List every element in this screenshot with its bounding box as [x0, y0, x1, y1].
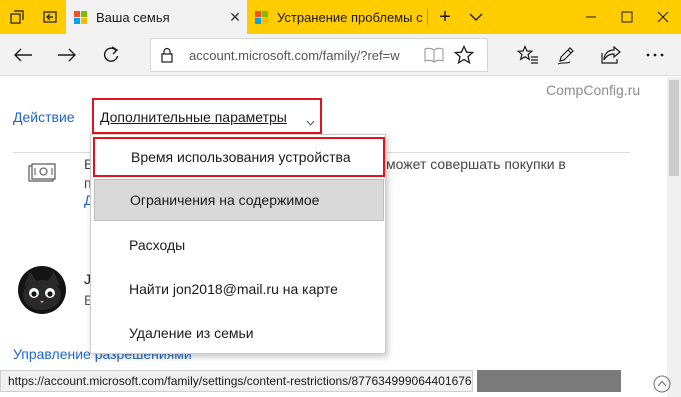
tab-title: Устранение проблемы с: [277, 9, 423, 25]
purchase-text-right: может совершать покупки в: [386, 156, 566, 172]
tab-list-chevron-icon[interactable]: [461, 0, 491, 34]
tab-close-icon[interactable]: ✕: [223, 9, 247, 26]
minimize-icon[interactable]: [573, 0, 609, 34]
obscured-button: [477, 370, 621, 392]
reading-view-icon[interactable]: [424, 47, 444, 68]
more-menu-icon[interactable]: [636, 34, 674, 76]
favorites-hub-icon[interactable]: [509, 34, 547, 76]
money-icon: [28, 163, 56, 188]
more-params-dropdown[interactable]: Дополнительные параметры: [92, 98, 322, 134]
menu-item-spending[interactable]: Расходы: [91, 223, 385, 267]
refresh-icon[interactable]: [92, 34, 130, 76]
set-tabs-aside-icon[interactable]: [33, 0, 66, 34]
menu-item-find-on-map[interactable]: Найти jon2018@mail.ru на карте: [91, 267, 385, 311]
new-tab-button[interactable]: +: [430, 0, 460, 34]
more-params-menu: Время использования устройства Ограничен…: [90, 134, 386, 354]
address-bar[interactable]: account.microsoft.com/family/?ref=w: [150, 38, 488, 72]
forward-icon[interactable]: [48, 34, 86, 76]
chevron-down-icon: [306, 113, 315, 131]
menu-item-screen-time[interactable]: Время использования устройства: [93, 137, 385, 177]
tab-manager: [0, 0, 66, 34]
tab-strip: Ваша семья ✕ Устранение проблемы с +: [0, 0, 681, 34]
scrollbar-thumb[interactable]: [669, 80, 679, 176]
tab-title: Ваша семья: [96, 9, 170, 25]
back-icon[interactable]: [4, 34, 42, 76]
microsoft-logo-icon: [74, 10, 87, 24]
tab-divider: [427, 9, 428, 25]
scroll-to-top-icon[interactable]: [648, 374, 676, 394]
address-text[interactable]: account.microsoft.com/family/?ref=w: [189, 48, 417, 63]
window-close-icon[interactable]: [645, 0, 681, 34]
microsoft-logo-icon: [255, 10, 268, 24]
share-icon[interactable]: [592, 34, 630, 76]
lock-icon: [161, 47, 173, 68]
tab-troubleshooting[interactable]: Устранение проблемы с: [247, 0, 427, 34]
action-link[interactable]: Действие: [13, 109, 75, 125]
web-note-pen-icon[interactable]: [547, 34, 585, 76]
navigation-bar: account.microsoft.com/family/?ref=w: [0, 34, 681, 76]
menu-item-content-restrictions[interactable]: Ограничения на содержимое: [94, 179, 384, 221]
watermark: CompConfig.ru: [546, 82, 641, 98]
tab-your-family[interactable]: Ваша семья ✕: [66, 0, 247, 34]
avatar: [18, 266, 66, 314]
tab-previews-icon[interactable]: [0, 0, 33, 34]
favorite-star-icon[interactable]: [453, 44, 475, 70]
maximize-icon[interactable]: [609, 0, 645, 34]
more-params-label: Дополнительные параметры: [100, 109, 287, 125]
status-bar-url: https://account.microsoft.com/family/set…: [0, 370, 473, 392]
menu-item-remove-from-family[interactable]: Удаление из семьи: [91, 311, 385, 355]
